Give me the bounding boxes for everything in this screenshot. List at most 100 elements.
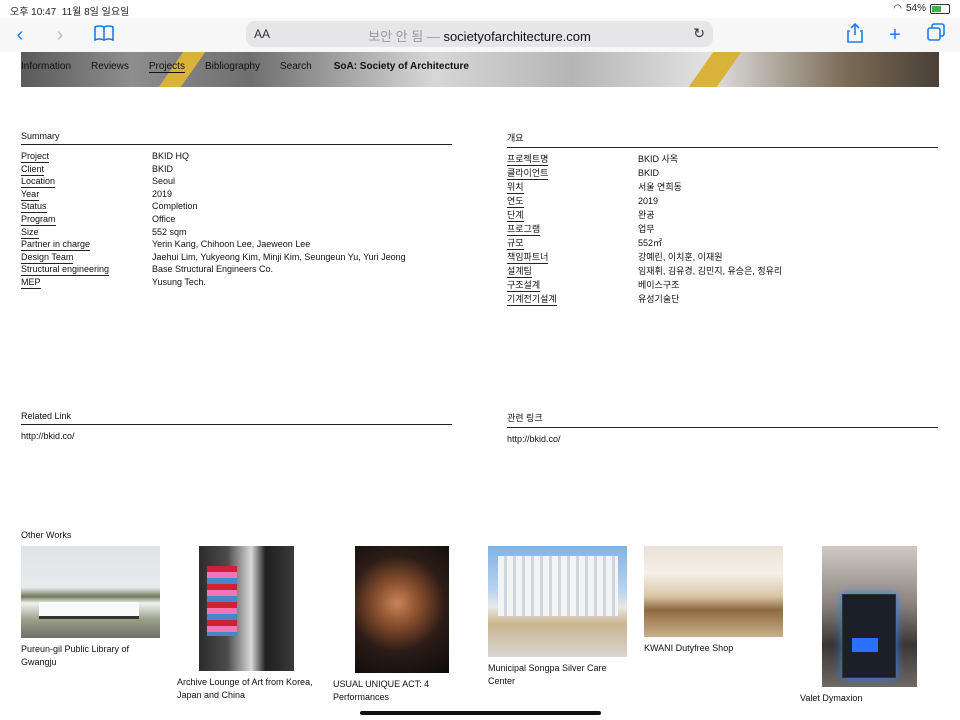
- summary-value: 업무: [638, 224, 655, 234]
- caption-valet-dymaxion[interactable]: Valet Dymaxion: [800, 692, 862, 705]
- summary-row: 책임파트너 강예린, 이치훈, 이재원: [507, 252, 938, 266]
- caption-usual-unique-act[interactable]: USUAL UNIQUE ACT: 4 Performances: [333, 678, 429, 703]
- summary-row: Client BKID: [21, 164, 452, 177]
- summary-key[interactable]: 클라이언트: [507, 168, 549, 180]
- summary-key[interactable]: 단계: [507, 210, 524, 222]
- summary-row: Location Seoul: [21, 176, 452, 189]
- summary-row: 설계팀 임재휘, 김유경, 김민지, 유승은, 정유리: [507, 266, 938, 280]
- summary-key[interactable]: Client: [21, 164, 45, 176]
- related-link-ko-url[interactable]: http://bkid.co/: [507, 434, 938, 444]
- summary-key[interactable]: Location: [21, 176, 56, 189]
- summary-key[interactable]: Status: [21, 201, 47, 214]
- caption-line: Municipal Songpa Silver Care: [488, 663, 607, 673]
- back-icon[interactable]: ‹: [8, 23, 32, 47]
- summary-key[interactable]: 프로그램: [507, 224, 541, 236]
- summary-key[interactable]: 위치: [507, 182, 524, 194]
- summary-value: Completion: [152, 201, 198, 212]
- summary-value: Seoul: [152, 176, 176, 187]
- related-link-url[interactable]: http://bkid.co/: [21, 431, 452, 441]
- reload-icon[interactable]: ↻: [693, 25, 705, 42]
- summary-key[interactable]: Size: [21, 227, 39, 239]
- summary-key[interactable]: MEP: [21, 277, 41, 289]
- summary-value: 서울 연희동: [638, 182, 682, 192]
- summary-ko: 개요 프로젝트명 BKID 사옥 클라이언트 BKID 위치 서울 연희동 연도 2019 단계…: [507, 131, 938, 308]
- nav-projects[interactable]: Projects: [148, 61, 185, 73]
- summary-value: Yerin Kang, Chihoon Lee, Jaeweon Lee: [152, 239, 311, 250]
- hero-stripe: [688, 52, 742, 87]
- summary-key[interactable]: Design Team: [21, 252, 74, 264]
- summary-key[interactable]: 프로젝트명: [507, 154, 549, 166]
- summary-value: 강예린, 이치훈, 이재원: [638, 252, 723, 262]
- forward-icon[interactable]: ›: [48, 23, 72, 47]
- nav-bibliography[interactable]: Bibliography: [205, 61, 260, 73]
- url-display[interactable]: 보안 안 됨 — societyofarchitecture.com: [246, 26, 713, 45]
- summary-row: 기계전기설계 유성기술단: [507, 294, 938, 308]
- summary-value: 552㎡: [638, 238, 663, 248]
- related-link-en: Related Link http://bkid.co/: [21, 411, 452, 441]
- summary-ko-rows: 프로젝트명 BKID 사옥 클라이언트 BKID 위치 서울 연희동 연도 2019 단계 완공 프…: [507, 154, 938, 308]
- summary-value: 유성기술단: [638, 294, 680, 304]
- summary-key[interactable]: Structural engineering: [21, 264, 110, 277]
- summary-row: Structural engineering Base Structural En…: [21, 264, 452, 277]
- caption-archive-lounge[interactable]: Archive Lounge of Art from Korea, Japan a…: [177, 676, 313, 701]
- summary-value: 임재휘, 김유경, 김민지, 유승은, 정유리: [638, 266, 783, 276]
- summary-key[interactable]: 규모: [507, 238, 524, 250]
- summary-key[interactable]: Year: [21, 189, 40, 201]
- summary-key[interactable]: Project: [21, 151, 50, 163]
- summary-key[interactable]: 설계팀: [507, 266, 532, 278]
- status-time: 오후 10:47: [10, 7, 57, 18]
- caption-library[interactable]: Pureun-gil Public Library of Gwangju: [21, 643, 129, 668]
- summary-value: Yusung Tech.: [152, 276, 206, 287]
- thumb-archive-lounge[interactable]: [199, 546, 294, 671]
- summary-key[interactable]: 구조설계: [507, 280, 541, 292]
- site-nav: Information Reviews Projects Bibliograph…: [21, 61, 489, 73]
- thumb-songpa-silver-care[interactable]: [488, 546, 627, 657]
- site-brand[interactable]: SoA: Society of Architecture: [334, 61, 469, 73]
- thumb-kwani-dutyfree[interactable]: [644, 546, 783, 637]
- address-bar[interactable]: AA 보안 안 됨 — societyofarchitecture.com ↻: [246, 21, 713, 47]
- battery-icon: [930, 3, 950, 14]
- summary-key[interactable]: Partner in charge: [21, 239, 91, 252]
- summary-value: BKID: [638, 168, 660, 178]
- summary-row: Year 2019: [21, 189, 452, 202]
- nav-information[interactable]: Information: [21, 61, 71, 73]
- home-indicator[interactable]: [360, 711, 601, 715]
- caption-songpa-silver-care[interactable]: Municipal Songpa Silver Care Center: [488, 662, 607, 687]
- plus-icon[interactable]: +: [883, 23, 907, 47]
- status-right: ◠ 54%: [893, 3, 950, 14]
- summary-key[interactable]: Program: [21, 214, 56, 226]
- thumb-usual-unique-act[interactable]: [355, 546, 449, 673]
- summary-row: 프로젝트명 BKID 사옥: [507, 154, 938, 168]
- summary-row: Size 552 sqm: [21, 227, 452, 240]
- summary-key[interactable]: 연도: [507, 196, 524, 208]
- url-text: societyofarchitecture.com: [443, 29, 591, 44]
- summary-value: Jaehui Lim, Yukyeong Kim, Minji Kim, Seu…: [152, 251, 406, 262]
- summary-row: Status Completion: [21, 201, 452, 214]
- nav-search[interactable]: Search: [280, 61, 312, 73]
- summary-row: 구조설계 베이스구조: [507, 280, 938, 294]
- summary-key[interactable]: 기계전기설계: [507, 294, 557, 306]
- url-separator: —: [426, 29, 440, 44]
- summary-row: MEP Yusung Tech.: [21, 277, 452, 290]
- summary-ko-title: 개요: [507, 131, 938, 148]
- nav-reviews[interactable]: Reviews: [91, 61, 129, 73]
- tabs-icon[interactable]: [924, 23, 948, 47]
- summary-value: Office: [152, 213, 176, 224]
- related-link-ko-title: 관련 링크: [507, 411, 938, 428]
- summary-value: 베이스구조: [638, 280, 680, 290]
- summary-value: BKID HQ: [152, 151, 190, 161]
- book-icon[interactable]: [92, 23, 116, 47]
- share-icon[interactable]: [843, 22, 867, 47]
- battery-fill: [932, 5, 941, 12]
- caption-line: Center: [488, 675, 516, 686]
- summary-value: 2019: [152, 188, 173, 199]
- summary-row: Partner in charge Yerin Kang, Chihoon Lee…: [21, 239, 452, 252]
- summary-key[interactable]: 책임파트너: [507, 252, 549, 264]
- thumb-valet-dymaxion[interactable]: [822, 546, 917, 687]
- battery-percent: 54%: [905, 3, 926, 14]
- wifi-icon: ◠: [893, 3, 902, 14]
- summary-row: 위치 서울 연희동: [507, 182, 938, 196]
- thumb-library[interactable]: [21, 546, 160, 638]
- caption-line: Archive Lounge of Art from Korea,: [177, 677, 313, 687]
- caption-kwani-dutyfree[interactable]: KWANI Dutyfree Shop: [644, 642, 733, 655]
